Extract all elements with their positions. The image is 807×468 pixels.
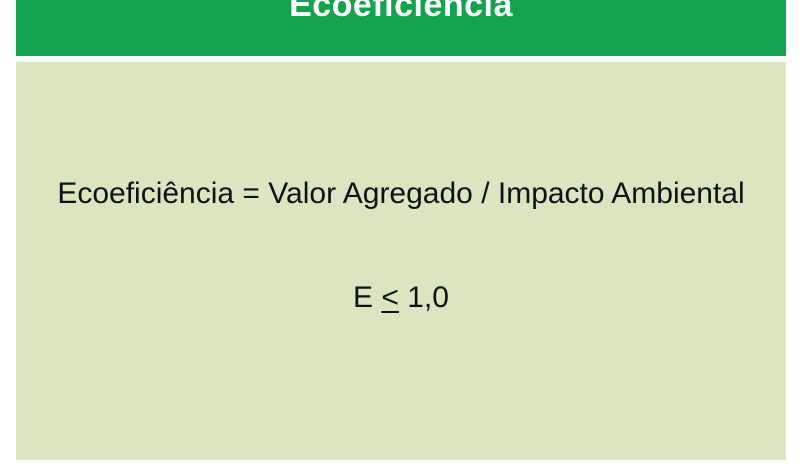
slide: Ecoeficiência Ecoeficiência = Valor Agre… [0,0,807,468]
ecoefficiency-formula: Ecoeficiência = Valor Agregado / Impacto… [57,177,745,210]
content-box: Ecoeficiência = Valor Agregado / Impacto… [16,62,786,460]
slide-title: Ecoeficiência [289,0,513,24]
inequality-value: 1,0 [407,281,449,314]
title-bar: Ecoeficiência [16,0,786,56]
inequality-statement: E < 1,0 [16,278,786,318]
inequality-variable: E [353,281,374,314]
less-than-or-equal-symbol: < [381,281,399,314]
